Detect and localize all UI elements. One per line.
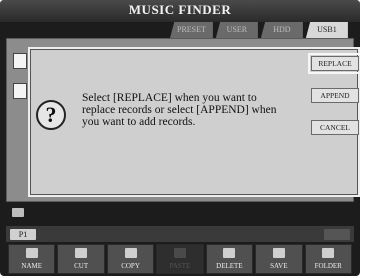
page-strip [6,226,354,242]
dialog-message: Select [REPLACE] when you want to replac… [82,92,277,128]
tab-preset[interactable]: PRESET [170,22,213,38]
name-label: NAME [21,262,43,270]
name-icon [25,248,38,258]
page-next-button[interactable] [324,229,350,240]
question-icon: ? [36,100,66,130]
delete-label: DELETE [216,262,243,270]
append-button[interactable]: APPEND [311,88,359,103]
tab-usb1[interactable]: USB1 [305,22,348,38]
copy-button[interactable]: COPY [106,244,155,274]
new-folder-icon [322,248,335,258]
tab-hdd[interactable]: HDD [260,22,303,38]
tab-user[interactable]: USER [215,22,258,38]
paste-icon [173,248,186,258]
cut-icon [75,248,88,258]
file-icon[interactable] [13,53,27,69]
replace-button[interactable]: REPLACE [308,53,360,74]
screen: MUSIC FINDER PRESET USER HDD USB1 P1 NAM… [0,0,368,278]
cancel-button[interactable]: CANCEL [311,120,359,135]
file-icon[interactable] [13,83,27,99]
name-button[interactable]: NAME [8,244,56,274]
folder-button[interactable]: FOLDER [304,244,352,274]
title-bar: MUSIC FINDER [0,0,360,22]
cut-button[interactable]: CUT [57,244,105,274]
delete-button[interactable]: DELETE [205,244,254,274]
paste-button[interactable]: PASTE [156,244,204,274]
lcd-display: MUSIC FINDER PRESET USER HDD USB1 P1 NAM… [0,0,360,276]
save-button[interactable]: SAVE [255,244,303,274]
copy-label: COPY [121,262,140,270]
copy-icon [124,248,137,258]
save-label: SAVE [270,262,288,270]
delete-icon [223,248,236,258]
save-icon [272,248,285,258]
paste-label: PASTE [169,262,191,270]
page-indicator[interactable]: P1 [10,229,36,240]
cut-label: CUT [74,262,89,270]
window-title: MUSIC FINDER [128,2,232,17]
tab-bar: PRESET USER HDD USB1 [170,22,348,38]
folder-label: FOLDER [314,262,342,270]
toolbar: NAME CUT COPY PASTE DELETE SAVE FOLDER [6,244,354,276]
folder-icon[interactable] [12,208,24,217]
